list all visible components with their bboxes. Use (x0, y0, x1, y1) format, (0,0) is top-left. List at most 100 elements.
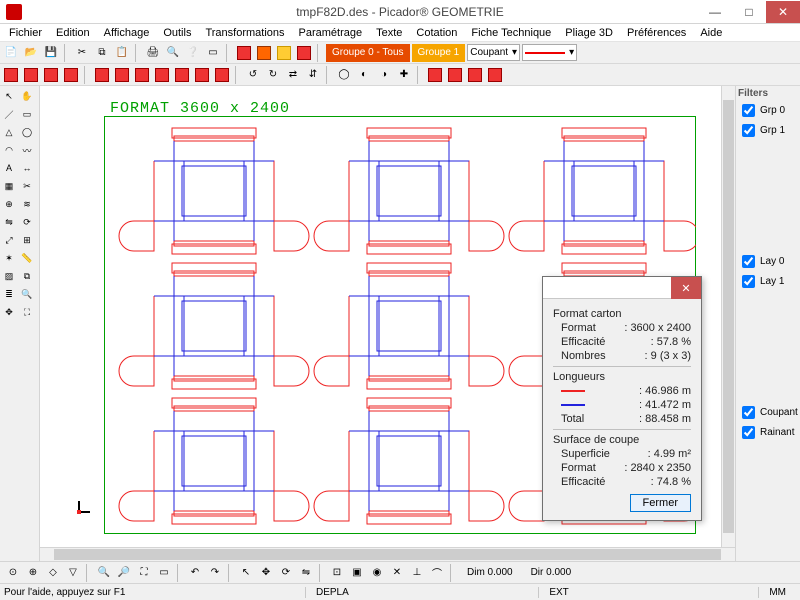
poly-icon[interactable]: △ (1, 124, 17, 140)
measure-icon[interactable]: 📏 (19, 250, 35, 266)
tool-icon[interactable]: ◯ (335, 66, 353, 84)
select-icon[interactable]: ↖ (1, 88, 17, 104)
rotate-icon[interactable]: ⟳ (19, 214, 35, 230)
snap-icon[interactable]: ◇ (44, 564, 62, 582)
int-icon[interactable]: ✕ (388, 564, 406, 582)
tool-icon[interactable] (62, 66, 80, 84)
menu-transformations[interactable]: Transformations (198, 26, 291, 40)
tb-help-icon[interactable]: ❔ (184, 44, 202, 62)
filter-grp0[interactable]: Grp 0 (738, 101, 798, 120)
tool-icon[interactable] (466, 66, 484, 84)
tb-new-icon[interactable]: 📄 (2, 44, 20, 62)
circle-icon[interactable]: ◯ (19, 124, 35, 140)
filter-lay1[interactable]: Lay 1 (738, 272, 798, 291)
menu-fichier[interactable]: Fichier (2, 26, 49, 40)
menu-outils[interactable]: Outils (156, 26, 198, 40)
tool-icon[interactable] (486, 66, 504, 84)
minimize-button[interactable]: — (698, 1, 732, 23)
per-icon[interactable]: ⊥ (408, 564, 426, 582)
layer-icon[interactable]: ≣ (1, 286, 17, 302)
redo-icon[interactable]: ↷ (206, 564, 224, 582)
line-icon[interactable]: ／ (1, 106, 17, 122)
mid-icon[interactable]: ▣ (348, 564, 366, 582)
text-icon[interactable]: A (1, 160, 17, 176)
arc-icon[interactable]: ◠ (1, 142, 17, 158)
menu-aide[interactable]: Aide (693, 26, 729, 40)
tool-icon[interactable]: ◑ (375, 66, 393, 84)
filter-rainant[interactable]: Rainant (738, 423, 798, 442)
menu-edition[interactable]: Edition (49, 26, 97, 40)
tool-icon[interactable] (193, 66, 211, 84)
filter-grp1[interactable]: Grp 1 (738, 121, 798, 140)
tool-icon[interactable]: ↻ (264, 66, 282, 84)
tool-icon[interactable]: ◐ (355, 66, 373, 84)
tb-print-icon[interactable]: 🖨 (144, 44, 162, 62)
tool-icon[interactable] (93, 66, 111, 84)
tool-icon[interactable]: ⇄ (284, 66, 302, 84)
snap-icon[interactable]: ⊙ (4, 564, 22, 582)
tool-icon[interactable] (133, 66, 151, 84)
tool-icon[interactable] (173, 66, 191, 84)
dialog-close-button[interactable]: ✕ (671, 277, 701, 299)
menu-preferences[interactable]: Préférences (620, 26, 693, 40)
zoom-icon[interactable]: 🔍 (19, 286, 35, 302)
tb-copy-icon[interactable]: ⧉ (93, 44, 111, 62)
linetype-combo[interactable]: Coupant▾ (467, 44, 520, 61)
filter-coupant[interactable]: Coupant (738, 403, 798, 422)
explode-icon[interactable]: ✶ (1, 250, 17, 266)
sel-icon[interactable]: ↖ (237, 564, 255, 582)
mirror-icon[interactable]: ⇋ (1, 214, 17, 230)
hand-icon[interactable]: ✋ (19, 88, 35, 104)
tool-icon[interactable] (446, 66, 464, 84)
ctr-icon[interactable]: ◉ (368, 564, 386, 582)
tool-icon[interactable] (153, 66, 171, 84)
tb-preview-icon[interactable]: 🔍 (164, 44, 182, 62)
scale-icon[interactable]: ⤢ (1, 232, 17, 248)
maximize-button[interactable]: □ (732, 1, 766, 23)
zoomwin-icon[interactable]: ▭ (155, 564, 173, 582)
tb-grid-a-icon[interactable] (235, 44, 253, 62)
tb-sheet-icon[interactable]: ▭ (204, 44, 222, 62)
fit-icon[interactable]: ⛶ (19, 304, 35, 320)
tool-icon[interactable] (42, 66, 60, 84)
v-scrollbar[interactable] (721, 86, 735, 547)
tb-paste-icon[interactable]: 📋 (113, 44, 131, 62)
tool-icon[interactable]: ✚ (395, 66, 413, 84)
tb-save-icon[interactable]: 💾 (42, 44, 60, 62)
h-scrollbar[interactable] (40, 547, 735, 561)
tb-grid-d-icon[interactable] (295, 44, 313, 62)
zoomfit-icon[interactable]: ⛶ (135, 564, 153, 582)
trim-icon[interactable]: ✂ (19, 178, 35, 194)
zoomin-icon[interactable]: 🔍 (95, 564, 113, 582)
menu-cotation[interactable]: Cotation (409, 26, 464, 40)
tool-icon[interactable] (426, 66, 444, 84)
array-icon[interactable]: ⊞ (19, 232, 35, 248)
close-dialog-button[interactable]: Fermer (630, 494, 691, 512)
tb-grid-b-icon[interactable] (255, 44, 273, 62)
pan-icon[interactable]: ✥ (1, 304, 17, 320)
menu-texte[interactable]: Texte (369, 26, 409, 40)
close-button[interactable]: ✕ (766, 1, 800, 23)
mir-icon[interactable]: ⇋ (297, 564, 315, 582)
curve-icon[interactable]: 〰 (19, 142, 35, 158)
tool-icon[interactable] (22, 66, 40, 84)
tool-icon[interactable]: ⇵ (304, 66, 322, 84)
tb-open-icon[interactable]: 📂 (22, 44, 40, 62)
tool-icon[interactable] (2, 66, 20, 84)
canvas[interactable]: FORMAT 3600 x 2400 (40, 86, 735, 561)
rot-icon[interactable]: ⟳ (277, 564, 295, 582)
group0-button[interactable]: Groupe 0 - Tous (326, 44, 410, 62)
snap-icon[interactable]: ⊕ (24, 564, 42, 582)
dim-icon[interactable]: ↔ (19, 160, 35, 176)
fill-icon[interactable]: ▦ (1, 178, 17, 194)
tool-icon[interactable] (113, 66, 131, 84)
snap-icon[interactable]: ▽ (64, 564, 82, 582)
tool-icon[interactable]: ↺ (244, 66, 262, 84)
tb-cut-icon[interactable]: ✂ (73, 44, 91, 62)
group1-button[interactable]: Groupe 1 (412, 44, 466, 62)
menu-affichage[interactable]: Affichage (97, 26, 157, 40)
filter-lay0[interactable]: Lay 0 (738, 252, 798, 271)
join-icon[interactable]: ⊕ (1, 196, 17, 212)
zoomout-icon[interactable]: 🔎 (115, 564, 133, 582)
undo-icon[interactable]: ↶ (186, 564, 204, 582)
